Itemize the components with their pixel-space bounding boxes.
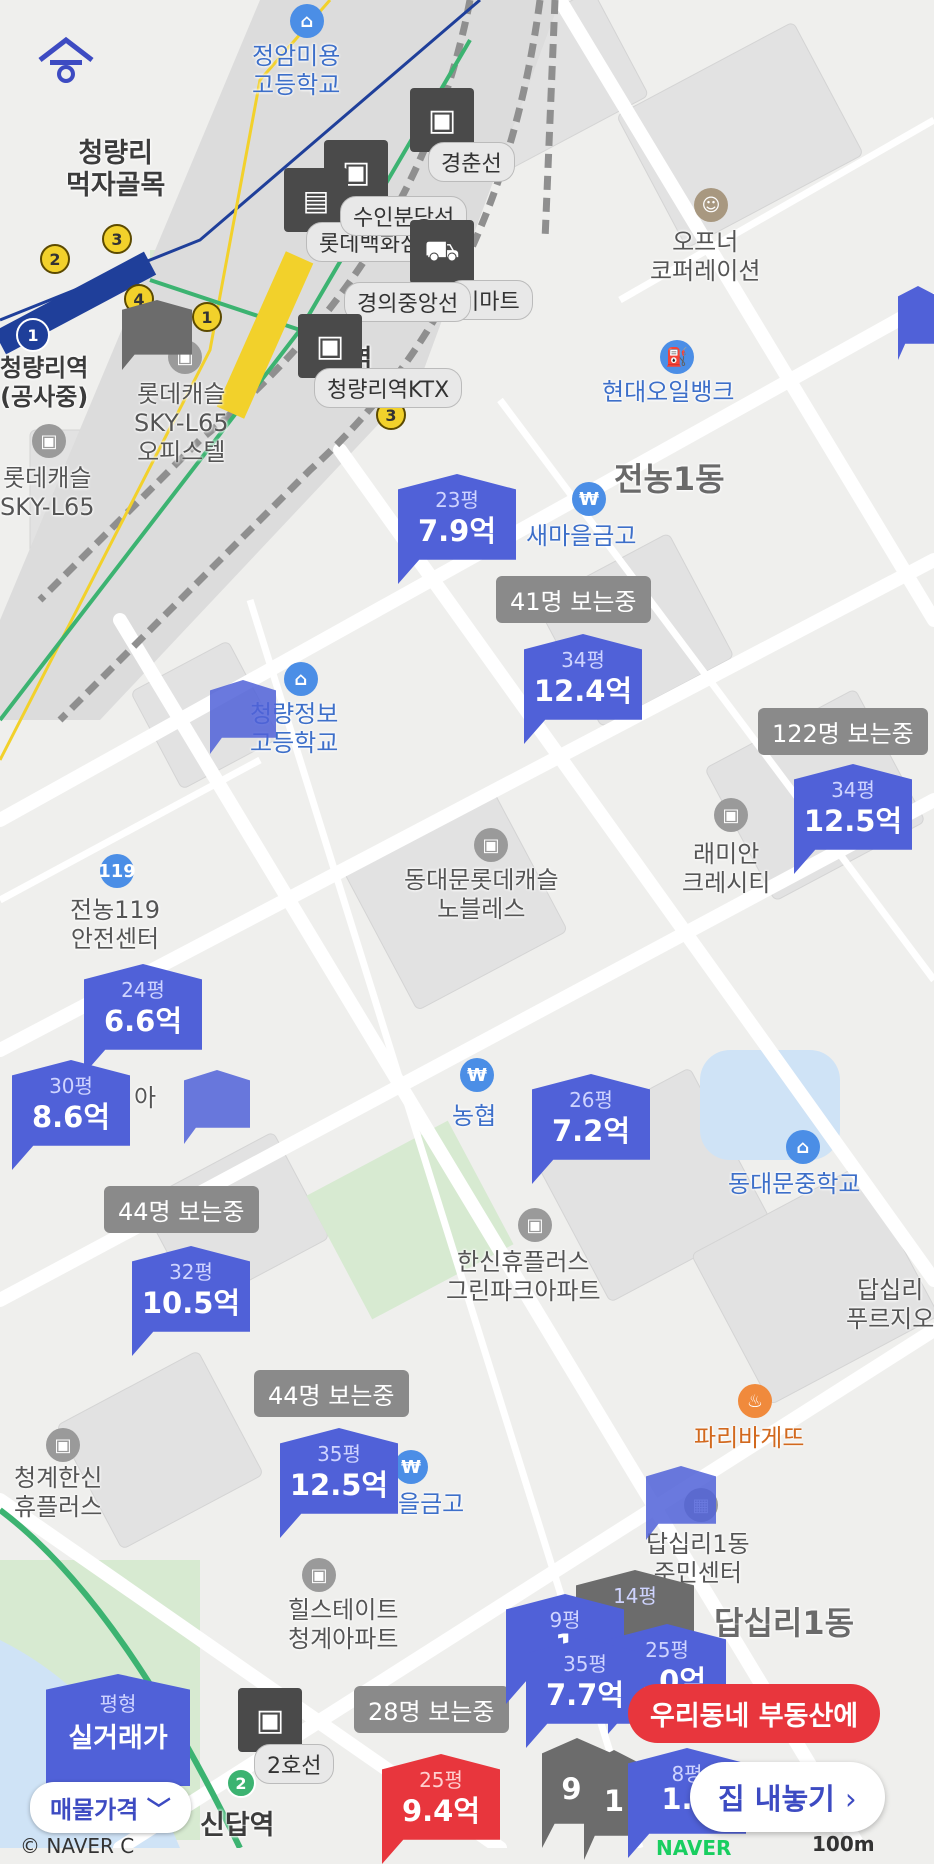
label-nonghyup: 농협: [452, 1102, 497, 1130]
apartment-icon[interactable]: ▣: [302, 1558, 336, 1592]
apartment-icon[interactable]: ▣: [46, 1428, 80, 1462]
cluster-pin-empty[interactable]: [646, 1466, 716, 1540]
watcher-badge: 44명 보는중: [104, 1186, 259, 1233]
cta-bubble: 우리동네 부동산에: [628, 1684, 881, 1743]
company-icon[interactable]: ☺: [694, 188, 728, 222]
label-paris-baguette: 파리바게뜨: [694, 1424, 805, 1452]
station-label-gyeongchun[interactable]: 경춘선: [428, 142, 515, 182]
listing-price: 12.5억: [803, 804, 903, 838]
listing-pin[interactable]: 26평 7.2억: [532, 1074, 650, 1184]
line-2-badge: 2: [40, 244, 70, 274]
list-my-house-label: 집 내놓기: [718, 1782, 835, 1816]
label-lotte-castle-l65: 롯데캐슬 SKY-L65: [0, 464, 95, 521]
label-jeonnong1: 전농1동: [614, 460, 725, 498]
school-icon[interactable]: ⌂: [284, 662, 318, 696]
listing-pin[interactable]: 34평 12.5억: [794, 764, 912, 874]
cluster-pin-grey[interactable]: [122, 300, 192, 370]
watcher-badge: 44명 보는중: [254, 1370, 409, 1417]
listing-price: 6.6억: [103, 1004, 183, 1038]
label-sindap-station: 신답역: [200, 1810, 275, 1841]
listing-price: 7.2억: [551, 1114, 631, 1148]
school-icon[interactable]: ⌂: [786, 1130, 820, 1164]
label-jeonnong119: 전농119 안전센터: [70, 896, 160, 953]
listing-price: 9.4억: [401, 1794, 481, 1828]
label-dapsimni-prugio: 답십리 푸르지오: [846, 1276, 934, 1333]
price-filter-label: 매물가격: [50, 1796, 139, 1824]
label-dapsimni1: 답십리1동: [714, 1604, 855, 1642]
map-scale: 100m: [812, 1832, 875, 1856]
school-icon[interactable]: ⌂: [290, 4, 324, 38]
price-filter-dropdown[interactable]: 매물가격 ﹀: [30, 1782, 191, 1833]
listing-pin[interactable]: 32평 10.5억: [132, 1246, 250, 1356]
cluster-pin-empty[interactable]: [898, 286, 934, 360]
station-label-line2[interactable]: 2호선: [254, 1744, 335, 1784]
station-icon-line2[interactable]: ▣: [238, 1688, 302, 1752]
label-saemaul-2: 을금고: [398, 1490, 465, 1518]
listing-price: 7.9억: [417, 514, 497, 548]
watcher-badge: 122명 보는중: [758, 708, 928, 755]
price-type-value: 실거래가: [68, 1723, 168, 1754]
watcher-badge: 28명 보는중: [354, 1686, 509, 1733]
price-type-toggle[interactable]: 평형 실거래가: [46, 1674, 190, 1786]
listing-price: 12.5억: [289, 1468, 389, 1502]
label-saemaul: 새마을금고: [526, 522, 637, 550]
label-cheonggye-hanshin: 청계한신 휴플러스: [14, 1464, 103, 1521]
line-3-badge: 3: [102, 224, 132, 254]
label-hillstate: 힐스테이트 청계아파트: [288, 1596, 399, 1653]
label-lotte-noblesse: 동대문롯데캐슬 노블레스: [404, 866, 559, 923]
line-2-sindap-badge: 2: [226, 1768, 256, 1798]
naver-logo: NAVER: [656, 1836, 732, 1860]
listing-price: 7.7억: [545, 1678, 625, 1712]
bank-icon[interactable]: ₩: [394, 1450, 428, 1484]
line-1-badge: 1: [192, 302, 222, 332]
listing-price: 8.6억: [31, 1100, 111, 1134]
cluster-pin-empty[interactable]: [184, 1070, 250, 1144]
watcher-badge: 41명 보는중: [496, 576, 651, 623]
label-dongdaemun-middle: 동대문중학교: [728, 1170, 861, 1198]
label-raemian: 래미안 크레시티: [682, 840, 771, 897]
gas-station-icon[interactable]: ⛽: [660, 340, 694, 374]
home-logo-icon[interactable]: [36, 36, 96, 86]
listing-pin[interactable]: 23평 7.9억: [398, 474, 516, 584]
listing-pin[interactable]: 30평 8.6억: [12, 1060, 130, 1170]
listing-pin[interactable]: 24평 6.6억: [84, 964, 202, 1074]
station-label-gyeongui[interactable]: 경의중앙선: [344, 282, 472, 322]
label-partial-a: 아: [134, 1084, 157, 1112]
listing-pin[interactable]: 34평 12.4억: [524, 634, 642, 744]
price-type-label: 평형: [99, 1692, 137, 1716]
fire-station-icon[interactable]: 119: [98, 854, 136, 888]
listing-price: 10.5억: [141, 1286, 241, 1320]
label-jeongam-school: 정암미용 고등학교: [252, 42, 341, 99]
bank-icon[interactable]: ₩: [572, 482, 606, 516]
cluster-pin-empty[interactable]: [210, 680, 276, 754]
apartment-icon[interactable]: ▣: [32, 424, 66, 458]
listing-price: 12.4억: [533, 674, 633, 708]
line-1-station-badge: 1: [16, 318, 50, 352]
chevron-down-icon: ﹀: [146, 1796, 171, 1824]
label-cheongnyangni-food: 청량리 먹자골목: [66, 138, 166, 202]
listing-pin[interactable]: 35평 7.7억: [526, 1638, 644, 1748]
label-offner: 오프너 코퍼레이션: [650, 228, 761, 285]
label-hanshin-huplus: 한신휴플러스 그린파크아파트: [446, 1248, 601, 1305]
map-copyright: © NAVER C: [20, 1834, 135, 1858]
label-cheongnyangni-station: 청량리역 (공사중): [0, 354, 89, 411]
apartment-icon[interactable]: ▣: [518, 1208, 552, 1242]
apartment-icon[interactable]: ▣: [714, 798, 748, 832]
chevron-right-icon: ›: [844, 1782, 857, 1816]
listing-pin[interactable]: 35평 12.5억: [280, 1428, 398, 1538]
bank-icon[interactable]: ₩: [460, 1058, 494, 1092]
label-hyundai-oilbank: 현대오일뱅크: [602, 378, 735, 406]
apartment-icon[interactable]: ▣: [474, 828, 508, 862]
label-lotte-castle-office: 롯데캐슬 SKY-L65 오피스텔: [134, 380, 229, 466]
station-label-ktx[interactable]: 청량리역KTX: [314, 368, 463, 408]
restaurant-icon[interactable]: ♨: [738, 1384, 772, 1418]
mart-icon[interactable]: ⛟: [410, 220, 474, 284]
list-my-house-button[interactable]: 집 내놓기 ›: [690, 1762, 885, 1832]
